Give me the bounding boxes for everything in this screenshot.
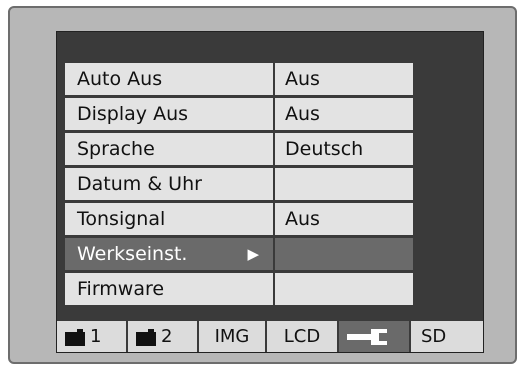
menu-item-value: Aus <box>275 203 413 235</box>
menu-item-label: Tonsignal <box>65 203 273 235</box>
tab-lcd[interactable]: LCD <box>267 321 339 352</box>
camera-icon <box>136 329 156 346</box>
menu-item-label-text: Werkseinst. <box>77 243 188 265</box>
tab-label: LCD <box>283 326 321 347</box>
tab-label: IMG <box>214 326 250 347</box>
menu-item-label: Firmware <box>65 273 273 305</box>
camera-lcd-screen: Auto Aus Aus Display Aus Aus Sprache Deu… <box>56 31 484 353</box>
menu-item-value: Aus <box>275 98 413 130</box>
menu-item-label: Sprache <box>65 133 273 165</box>
menu-item-sprache[interactable]: Sprache Deutsch <box>65 133 413 167</box>
menu-item-value: Deutsch <box>275 133 413 165</box>
menu-item-label: Auto Aus <box>65 63 273 95</box>
tab-label: 2 <box>161 326 173 347</box>
menu-tab-bar: 1 2 IMG LCD SD <box>57 321 483 352</box>
menu-item-value <box>275 238 413 270</box>
menu-item-firmware[interactable]: Firmware <box>65 273 413 307</box>
menu-item-label: Werkseinst. ▶ <box>65 238 273 270</box>
menu-item-label: Datum & Uhr <box>65 168 273 200</box>
menu-item-value: Aus <box>275 63 413 95</box>
tab-sd[interactable]: SD <box>411 321 483 352</box>
menu-item-auto-aus[interactable]: Auto Aus Aus <box>65 63 413 97</box>
menu-item-value <box>275 273 413 305</box>
submenu-arrow-icon: ▶ <box>247 245 259 263</box>
tab-camera-1[interactable]: 1 <box>57 321 128 352</box>
tab-img[interactable]: IMG <box>199 321 267 352</box>
tab-camera-2[interactable]: 2 <box>128 321 199 352</box>
camera-icon <box>65 329 85 346</box>
tab-label: 1 <box>90 326 102 347</box>
menu-item-datum-uhr[interactable]: Datum & Uhr <box>65 168 413 202</box>
tab-label: SD <box>421 326 447 347</box>
menu-item-werkseinst[interactable]: Werkseinst. ▶ <box>65 238 413 272</box>
menu-item-label: Display Aus <box>65 98 273 130</box>
menu-item-display-aus[interactable]: Display Aus Aus <box>65 98 413 132</box>
menu-item-value <box>275 168 413 200</box>
wrench-icon <box>347 329 387 345</box>
menu-item-tonsignal[interactable]: Tonsignal Aus <box>65 203 413 237</box>
tab-setup[interactable] <box>339 321 411 352</box>
